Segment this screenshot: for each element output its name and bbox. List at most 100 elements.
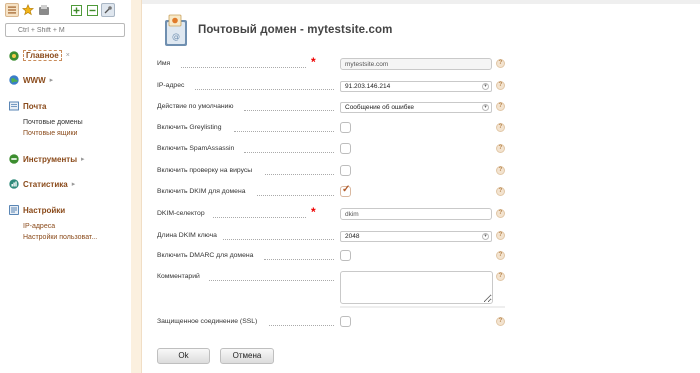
expand-icon[interactable] — [69, 3, 83, 17]
field-row-dkim: Включить DKIM для домена ✓ ? — [157, 184, 505, 200]
sidebar-item-mail-domains[interactable]: Почтовые домены — [23, 119, 83, 126]
help-icon[interactable]: ? — [496, 166, 505, 175]
help-icon[interactable]: ? — [496, 187, 505, 196]
field-label-virus: Включить проверку на вирусы — [157, 167, 253, 174]
help-icon[interactable]: ? — [496, 59, 505, 68]
help-icon[interactable]: ? — [496, 102, 505, 111]
nav-section-tools[interactable]: Инструменты ▸ — [9, 154, 85, 164]
label-leader — [265, 174, 334, 175]
field-row-name: Имя * ? — [157, 55, 505, 72]
field-label-name: Имя — [157, 60, 171, 67]
nav-label-mail[interactable]: Почта — [23, 102, 46, 111]
nav-label-tools[interactable]: Инструменты — [23, 155, 77, 164]
help-icon[interactable]: ? — [496, 209, 505, 218]
default-action-select[interactable]: Сообщение об ошибке ▾ — [340, 102, 492, 113]
field-label-ssl: Защищенное соединение (SSL) — [157, 318, 258, 325]
nav-label-home[interactable]: Главное — [23, 50, 62, 61]
chevron-right-icon: ▸ — [81, 156, 85, 163]
nav-section-home[interactable]: Главное × — [9, 50, 70, 61]
dkim-selector-input[interactable] — [340, 208, 492, 220]
help-icon[interactable]: ? — [496, 144, 505, 153]
page-title: Почтовый домен - mytestsite.com — [198, 24, 393, 36]
nav-label-www[interactable]: WWW — [23, 76, 46, 85]
settings-icon — [9, 205, 19, 215]
cancel-button[interactable]: Отмена — [220, 348, 274, 364]
home-icon — [9, 50, 19, 61]
greylisting-checkbox[interactable] — [340, 122, 351, 133]
label-leader — [195, 89, 334, 90]
label-leader — [213, 217, 306, 218]
ssl-checkbox[interactable] — [340, 316, 351, 327]
tools-icon — [9, 154, 19, 164]
field-label-greylisting: Включить Greylisting — [157, 124, 222, 131]
nav-section-settings[interactable]: Настройки — [9, 205, 65, 215]
label-leader — [234, 131, 334, 132]
list-icon[interactable] — [5, 3, 19, 17]
field-row-dmarc: Включить DMARC для домена ? — [157, 250, 505, 264]
field-label-default-action: Действие по умолчанию — [157, 103, 234, 110]
label-leader — [269, 325, 334, 326]
field-label-spamassassin: Включить SpamAssassin — [157, 145, 235, 152]
virus-check-checkbox[interactable] — [340, 165, 351, 176]
ip-select[interactable]: 91.203.146.214 ▾ — [340, 81, 492, 92]
nav-section-mail[interactable]: Почта — [9, 101, 46, 111]
collapse-icon[interactable] — [85, 3, 99, 17]
ok-button[interactable]: Ok — [157, 348, 210, 364]
sidebar-search-input[interactable] — [5, 23, 125, 37]
nav-section-www[interactable]: WWW ▸ — [9, 75, 53, 85]
dkim-length-select-value: 2048 — [345, 233, 360, 240]
field-label-dkim-length: Длина DKIM ключа — [157, 232, 217, 239]
sidebar-splitter[interactable] — [131, 0, 142, 373]
comment-textarea[interactable] — [340, 271, 493, 304]
default-action-select-value: Сообщение об ошибке — [345, 104, 415, 111]
field-row-default-action: Действие по умолчанию Сообщение об ошибк… — [157, 101, 505, 115]
chevron-right-icon: ▸ — [71, 181, 76, 188]
textarea-resize-bar[interactable] — [340, 306, 505, 308]
field-row-virus: Включить проверку на вирусы ? — [157, 165, 505, 179]
globe-icon — [9, 75, 19, 85]
label-leader — [264, 259, 334, 260]
nav-label-settings[interactable]: Настройки — [23, 206, 65, 215]
help-icon[interactable]: ? — [496, 123, 505, 132]
dkim-length-select[interactable]: 2048 ▾ — [340, 231, 492, 242]
label-leader — [244, 152, 334, 153]
pin-icon[interactable] — [101, 3, 115, 17]
chevron-down-icon: ▾ — [482, 233, 489, 240]
sidebar-item-user-settings[interactable]: Настройки пользоват... — [23, 234, 97, 241]
field-row-spamassassin: Включить SpamAssassin ? — [157, 143, 505, 157]
chevron-right-icon: × — [65, 52, 70, 59]
required-marker: * — [311, 205, 316, 219]
field-row-comment: Комментарий ? — [157, 271, 505, 308]
sidebar-toolbar — [5, 3, 115, 17]
spamassassin-checkbox[interactable] — [340, 143, 351, 154]
label-leader — [244, 110, 334, 111]
dkim-checkbox[interactable]: ✓ — [340, 184, 351, 197]
help-icon[interactable]: ? — [496, 81, 505, 90]
required-marker: * — [311, 55, 316, 69]
field-row-greylisting: Включить Greylisting ? — [157, 122, 505, 136]
checkmark-icon: ✓ — [342, 184, 351, 195]
sidebar-item-ip-addresses[interactable]: IP-адреса — [23, 223, 55, 230]
chevron-down-icon: ▾ — [482, 83, 489, 90]
nav-label-stats[interactable]: Статистика — [23, 180, 68, 189]
dmarc-checkbox[interactable] — [340, 250, 351, 261]
field-row-dkim-length: Длина DKIM ключа 2048 ▾ ? — [157, 230, 505, 244]
name-input[interactable] — [340, 58, 492, 70]
help-icon[interactable]: ? — [496, 317, 505, 326]
stats-icon — [9, 179, 19, 189]
field-label-ip: IP-адрес — [157, 82, 185, 89]
star-icon[interactable] — [21, 3, 35, 17]
field-row-ssl: Защищенное соединение (SSL) ? — [157, 316, 505, 330]
ip-select-value: 91.203.146.214 — [345, 83, 391, 90]
help-icon[interactable]: ? — [496, 231, 505, 240]
field-row-dkim-selector: DKIM-селектор * ? — [157, 205, 505, 222]
save-icon[interactable] — [37, 3, 51, 17]
help-icon[interactable]: ? — [496, 251, 505, 260]
help-icon[interactable]: ? — [496, 272, 505, 281]
nav-section-stats[interactable]: Статистика ▸ — [9, 179, 75, 189]
field-label-dmarc: Включить DMARC для домена — [157, 252, 254, 259]
sidebar: ⌕ Главное × WWW ▸ Почта Почтовые домены … — [0, 0, 131, 373]
sidebar-item-mailboxes[interactable]: Почтовые ящики — [23, 130, 77, 137]
field-row-ip: IP-адрес 91.203.146.214 ▾ ? — [157, 80, 505, 94]
label-leader — [257, 195, 334, 196]
